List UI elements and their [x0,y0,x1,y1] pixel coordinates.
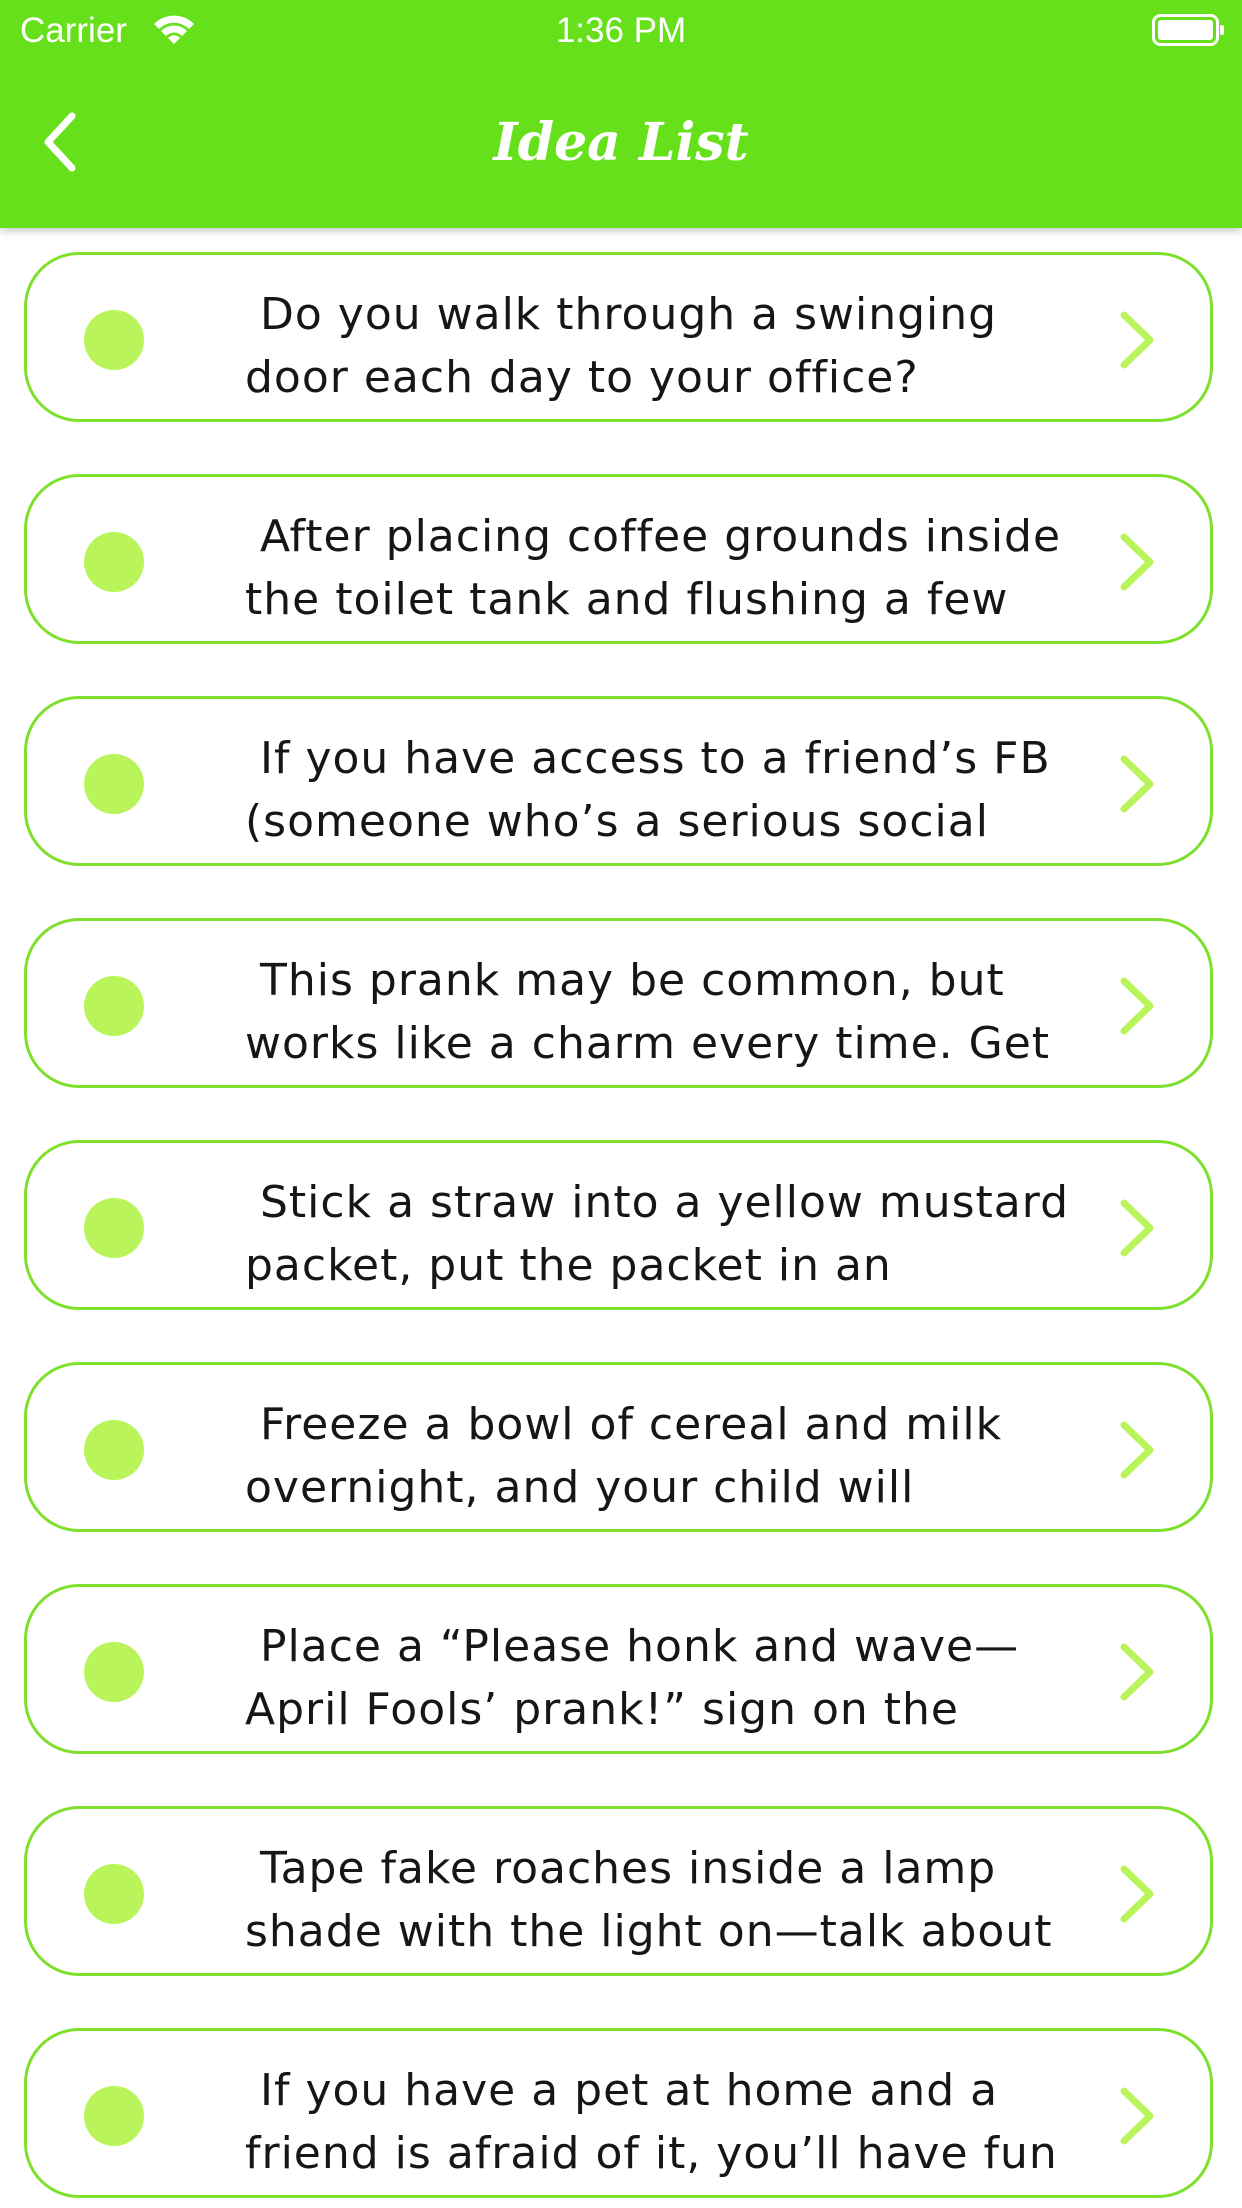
idea-card-9[interactable]: If you have a pet at home and a friend i… [24,2028,1213,2198]
chevron-right-icon [1120,755,1154,813]
idea-text: Freeze a bowl of cereal and milk overnig… [245,1399,1003,1513]
chevron-right-icon [1120,2087,1154,2145]
bullet-dot [84,1420,144,1480]
bullet-dot [84,2086,144,2146]
bullet-dot [84,310,144,370]
idea-text: This prank may be common, but works like… [245,955,1051,1069]
idea-card-4[interactable]: This prank may be common, but works like… [24,918,1213,1088]
bullet-dot [84,976,144,1036]
idea-card-6[interactable]: Freeze a bowl of cereal and milk overnig… [24,1362,1213,1532]
page-title: Idea List [493,112,749,173]
idea-text: Do you walk through a swinging door each… [245,289,998,403]
bullet-dot [84,1642,144,1702]
idea-card-2[interactable]: After placing coffee grounds inside the … [24,474,1213,644]
battery-icon [1152,14,1224,46]
chevron-right-icon [1120,977,1154,1035]
idea-text: Tape fake roaches inside a lamp shade wi… [245,1843,1053,1957]
chevron-right-icon [1120,1421,1154,1479]
chevron-right-icon [1120,533,1154,591]
idea-card-3[interactable]: If you have access to a friend’s FB (som… [24,696,1213,866]
idea-card-5[interactable]: Stick a straw into a yellow mustard pack… [24,1140,1213,1310]
chevron-right-icon [1120,1643,1154,1701]
status-bar: Carrier 1:36 PM [0,0,1242,62]
chevron-right-icon [1120,1865,1154,1923]
bullet-dot [84,1198,144,1258]
idea-card-7[interactable]: Place a “Please honk and wave— April Foo… [24,1584,1213,1754]
chevron-right-icon [1120,1199,1154,1257]
idea-text: If you have a pet at home and a friend i… [245,2065,1058,2179]
idea-card-1[interactable]: Do you walk through a swinging door each… [24,252,1213,422]
idea-card-8[interactable]: Tape fake roaches inside a lamp shade wi… [24,1806,1213,1976]
nav-bar: Idea List [0,62,1242,228]
header: Carrier 1:36 PM Idea List [0,0,1242,228]
idea-text: After placing coffee grounds inside the … [245,511,1062,625]
idea-text: Stick a straw into a yellow mustard pack… [245,1177,1070,1291]
bullet-dot [84,1864,144,1924]
idea-text: Place a “Please honk and wave— April Foo… [245,1621,1020,1735]
bullet-dot [84,532,144,592]
clock: 1:36 PM [555,11,687,50]
chevron-right-icon [1120,311,1154,369]
idea-text: If you have access to a friend’s FB (som… [245,733,1051,847]
bullet-dot [84,754,144,814]
